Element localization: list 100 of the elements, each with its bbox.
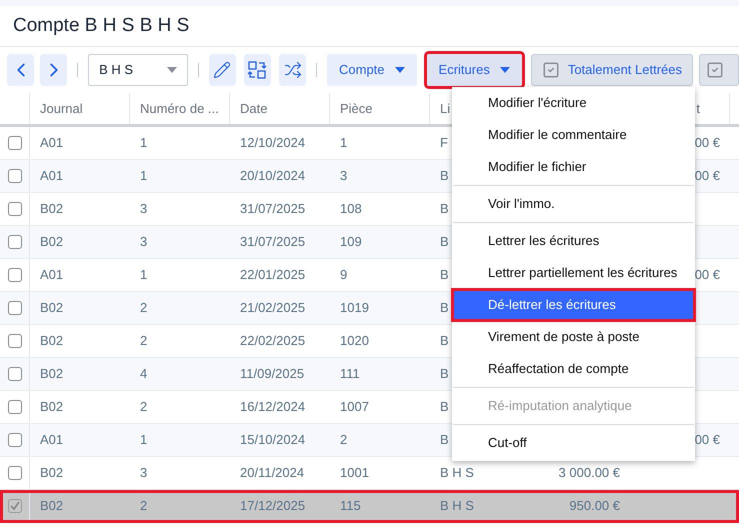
row-checkbox[interactable] [8,169,22,183]
table-cell-text: 1 [140,431,148,450]
column-header[interactable]: Numéro de ... [140,98,219,118]
table-cell-text: 1020 [340,332,369,350]
table-cell-text: 2 [140,497,148,516]
table-cell-text: B [440,431,449,450]
table-cell-text: B02 [40,398,64,416]
table-cell-text: B [440,398,449,416]
table-row[interactable]: B02 2 17/12/2025 115 B H S 950.00 € [0,490,739,523]
table-cell-text: 2 [140,332,148,350]
table-cell-text: B [440,233,449,252]
caret-icon [166,67,177,73]
shuffle-icon [284,61,302,79]
table-cell-text: 20/10/2024 [240,167,306,186]
menu-item[interactable]: Dé-lettrer les écritures [452,289,695,321]
table-cell-text: A01 [40,431,64,450]
table-cell-text: 22/01/2025 [240,266,306,284]
menu-item[interactable]: Cut-off [452,427,695,459]
table-cell-text: 111 [340,365,360,384]
row-checkbox[interactable] [8,268,22,282]
account-select[interactable]: B H S [88,54,188,86]
edit-button[interactable] [208,54,236,86]
menu-button[interactable]: Compte [327,54,417,86]
table-cell-text: 108 [340,200,362,218]
filter-button[interactable] [699,54,739,86]
row-checkbox[interactable] [8,136,22,150]
table-cell-text: 1 [140,134,148,152]
row-checkbox[interactable] [8,235,22,249]
table-cell-text: 109 [340,233,362,252]
table-cell-text: B [440,332,449,350]
column-header[interactable]: Li [440,98,450,118]
row-checkbox[interactable] [8,202,22,216]
table-cell-text: 12/10/2024 [240,134,306,152]
row-checkbox[interactable] [8,499,22,513]
table-cell-text: 22/02/2025 [240,332,306,350]
pencil-icon [213,61,232,79]
row-checkbox[interactable] [8,367,22,381]
table-cell-text: 1 [340,134,348,152]
row-checkbox[interactable] [8,301,22,315]
next-button[interactable] [40,54,68,86]
table-cell-text: 3 [140,464,148,482]
table-cell-text: B [440,200,449,218]
table-cell-text: 16/12/2024 [240,398,306,416]
table-cell-text: B [440,299,449,318]
table-cell-text: 1001 [340,464,369,482]
table-cell-text: 00 € [694,134,720,152]
filter-button[interactable]: Totalement Lettrées [530,54,694,86]
previous-button[interactable] [7,54,34,86]
table-cell-text: B H S [440,464,474,482]
table-cell-text: 00 € [694,431,720,450]
table-cell-text: 2 [140,299,148,318]
shuffle-button[interactable] [279,54,306,86]
menu-item[interactable]: Lettrer les écritures [452,225,695,257]
row-checkbox[interactable] [8,433,22,447]
table-cell-text: 00 € [694,266,720,284]
table-cell-text: 2 [340,431,348,450]
table-cell-text: B02 [40,497,64,516]
menu-item[interactable]: Modifier l'écriture [452,87,695,119]
table-cell-text: 31/07/2025 [240,200,306,218]
table-cell-text: B02 [40,299,64,318]
table-cell-text: 1007 [340,398,369,416]
table-cell-text: 31/07/2025 [240,233,306,252]
table-cell-text: B [440,266,449,284]
table-cell-text: B02 [40,233,64,252]
column-header[interactable]: Pièce [340,98,373,118]
row-checkbox[interactable] [8,334,22,348]
table-cell-text: 3 000.00 € [558,464,620,482]
checkbox-icon [706,61,724,79]
menu-button[interactable]: Ecritures [426,54,522,86]
table-cell-text: 115 [340,497,361,516]
column-header[interactable]: Journal [40,98,83,118]
table-cell-text: B [440,365,449,384]
table-cell-text: 00 € [694,167,720,186]
table-cell-text: 17/12/2025 [240,497,306,516]
table-cell-text: 20/11/2024 [240,464,304,482]
menu-item[interactable]: Voir l'immo. [452,188,695,220]
table-cell-text: 4 [140,365,148,384]
page-title: Compte B H S B H S [13,14,190,38]
table-row[interactable]: B02 3 20/11/2024 1001 B H S 3 000.00 € [0,457,739,490]
table-cell-text: 9 [340,266,348,284]
row-checkbox[interactable] [8,400,22,414]
table-cell-text: B02 [40,365,64,384]
table-cell-text: 1019 [340,299,369,318]
table-cell-text: 1 [140,266,148,284]
table-cell-text: A01 [40,134,64,152]
table-cell-text: 11/09/2025 [240,365,304,384]
menu-item[interactable]: Lettrer partiellement les écritures [452,257,695,289]
table-cell-text: F [440,134,448,152]
swap-button[interactable] [244,54,272,86]
table-cell-text: A01 [40,266,64,284]
table-cell-text: A01 [40,167,64,186]
table-cell-text: 3 [340,167,348,186]
table-cell-text: B H S [440,497,474,516]
swap-squares-icon [247,60,268,80]
row-checkbox[interactable] [8,466,22,480]
table-cell-text: 3 [140,233,148,252]
column-header[interactable]: t [696,98,700,118]
caret-icon [394,67,405,73]
table-cell-text: B02 [40,200,64,218]
column-header[interactable]: Date [240,98,268,118]
